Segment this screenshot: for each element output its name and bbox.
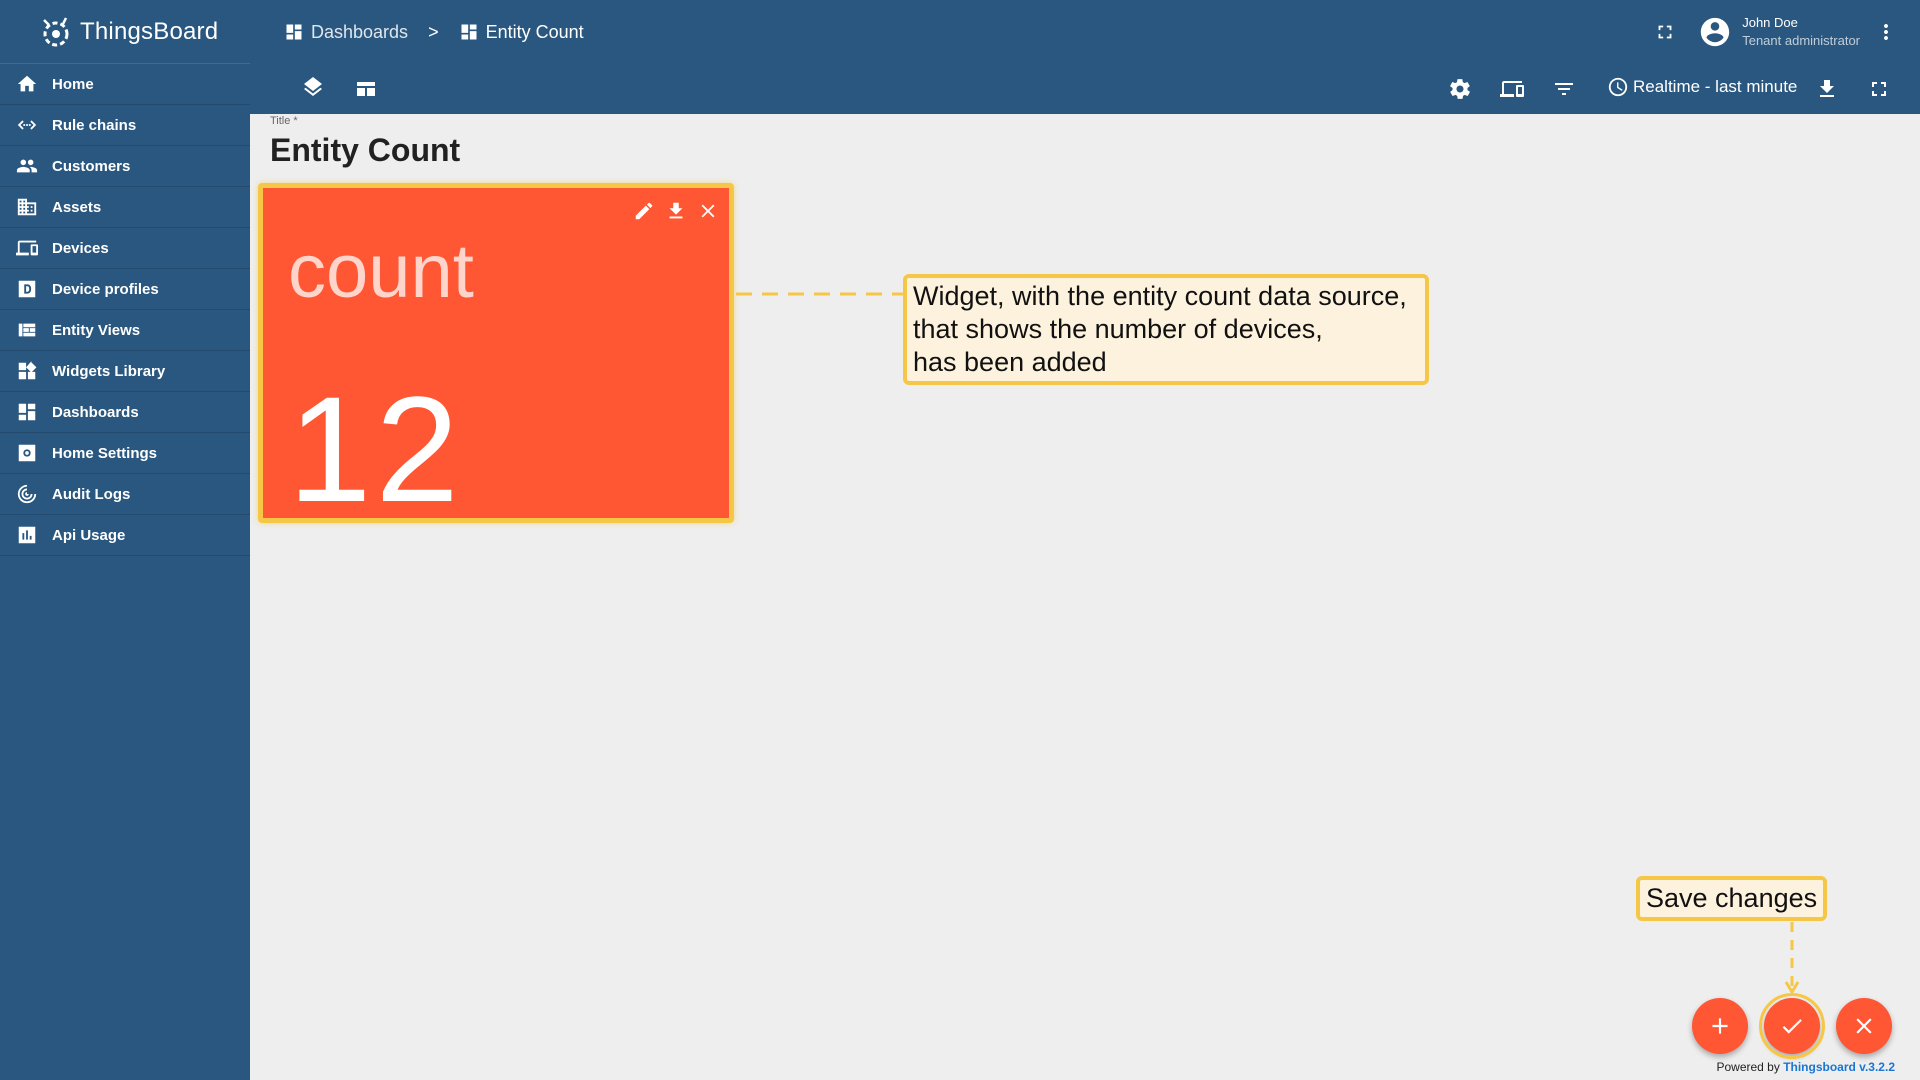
annotation-arrow <box>1784 922 1800 995</box>
plus-icon <box>1712 1018 1728 1034</box>
sidebar-item-rule-chains[interactable]: Rule chains <box>0 105 250 146</box>
download-icon <box>1820 80 1834 97</box>
check-icon <box>1782 1019 1802 1034</box>
annotation-save-note: Save changes <box>1636 876 1828 921</box>
settings-button[interactable] <box>1448 77 1472 101</box>
clock-icon <box>1608 77 1628 97</box>
sidebar-item-widgets-library[interactable]: Widgets Library <box>0 351 250 392</box>
sidebar-item-label: Dashboards <box>52 403 139 421</box>
sidebar-item-customers[interactable]: Customers <box>0 146 250 187</box>
widget-actions <box>633 200 719 222</box>
sidebar-item-label: Api Usage <box>52 526 126 544</box>
breadcrumb-dashboards[interactable]: Dashboards <box>284 22 408 43</box>
breadcrumb-label: Dashboards <box>311 21 409 42</box>
account-circle-icon <box>1701 17 1730 47</box>
sidebar-item-api-usage[interactable]: Api Usage <box>0 515 250 556</box>
add-widget-button[interactable] <box>1692 998 1748 1054</box>
sidebar-item-home-settings[interactable]: Home Settings <box>0 433 250 474</box>
layers-icon <box>304 77 322 96</box>
fullscreen-icon <box>1872 82 1886 96</box>
user-info: John Doe Tenant administrator <box>1742 14 1860 50</box>
timewindow-label: Realtime - last minute <box>1633 77 1798 96</box>
filter-icon <box>1555 83 1573 95</box>
header-actions: John Doe Tenant administrator <box>1654 0 1920 64</box>
timewindow-button[interactable]: Realtime - last minute <box>1607 76 1797 98</box>
dashboard-fullscreen-button[interactable] <box>1867 77 1891 101</box>
sidebar-item-entity-views[interactable]: Entity Views <box>0 310 250 351</box>
sidebar-item-device-profiles[interactable]: Device profiles <box>0 269 250 310</box>
api-usage-icon <box>18 526 36 544</box>
sidebar-item-label: Audit Logs <box>52 485 131 503</box>
table-layout-icon <box>357 82 375 96</box>
sidebar-item-label: Rule chains <box>52 116 137 134</box>
dashboard-toolbar: Realtime - last minute <box>250 64 1920 114</box>
home-icon <box>17 75 37 92</box>
sidebar-item-audit-logs[interactable]: Audit Logs <box>0 474 250 515</box>
close-icon <box>1856 1018 1872 1034</box>
annotation-line: Widget, with the entity count data sourc… <box>913 281 1407 311</box>
layouts-button[interactable] <box>354 77 378 101</box>
breadcrumb-current: Entity Count <box>459 22 584 43</box>
app-name: ThingsBoard <box>80 17 219 45</box>
export-button[interactable] <box>1815 77 1839 101</box>
widgets-library-icon <box>18 361 37 380</box>
widget-value: 12 <box>288 365 463 533</box>
user-menu[interactable]: John Doe Tenant administrator <box>1698 14 1860 50</box>
entity-views-icon <box>18 323 36 337</box>
annotation-line: that shows the number of devices, <box>913 314 1323 344</box>
cancel-edit-button[interactable] <box>1836 998 1892 1054</box>
layers-button[interactable] <box>301 77 325 101</box>
title-field-label: Title * <box>270 115 298 127</box>
edit-icon[interactable] <box>633 200 655 222</box>
save-changes-button[interactable] <box>1759 993 1825 1059</box>
gear-icon <box>1450 79 1470 99</box>
breadcrumb-label: Entity Count <box>485 21 584 42</box>
sidebar-item-label: Home Settings <box>52 444 158 462</box>
sidebar-item-label: Devices <box>52 239 109 257</box>
annotation-line: has been added <box>913 347 1107 377</box>
breadcrumb-separator: > <box>428 21 439 42</box>
sidebar-item-dashboards[interactable]: Dashboards <box>0 392 250 433</box>
app-logo[interactable]: ThingsBoard <box>0 0 250 64</box>
sidebar-item-label: Entity Views <box>52 321 141 339</box>
dashboard-title-input[interactable]: Entity Count <box>270 132 460 169</box>
more-vert-icon[interactable] <box>1874 20 1898 44</box>
dashboards-icon <box>18 403 36 421</box>
download-icon[interactable] <box>665 200 687 222</box>
sidebar-item-label: Customers <box>52 157 131 175</box>
devices-icon <box>1500 81 1524 97</box>
sidebar-item-home[interactable]: Home <box>0 64 250 105</box>
top-bar: Dashboards > Entity Count John Doe Tenan… <box>250 0 1920 64</box>
user-name: John Doe <box>1742 15 1798 30</box>
dashboards-icon <box>286 24 302 40</box>
sidebar-item-devices[interactable]: Devices <box>0 228 250 269</box>
devices-icon <box>16 240 38 256</box>
audit-logs-icon <box>17 484 37 504</box>
thingsboard-version-link[interactable]: Thingsboard v.3.2.2 <box>1783 1060 1895 1074</box>
powered-prefix: Powered by <box>1716 1060 1780 1074</box>
thingsboard-logo-icon <box>43 16 69 46</box>
filters-button[interactable] <box>1552 77 1576 101</box>
sidebar-item-label: Assets <box>52 198 102 216</box>
rule-chains-icon <box>17 120 37 130</box>
customers-icon <box>16 159 38 173</box>
widget-label: count <box>288 229 474 314</box>
sidebar: ThingsBoard Home Rule chains Customers A… <box>0 0 250 1080</box>
assets-icon <box>17 198 37 216</box>
close-icon[interactable] <box>697 200 719 222</box>
annotation-widget-note: Widget, with the entity count data sourc… <box>903 274 1429 385</box>
entity-aliases-button[interactable] <box>1500 77 1524 101</box>
dashboard-icon <box>461 24 477 40</box>
fullscreen-icon[interactable] <box>1654 21 1676 43</box>
entity-count-widget[interactable]: count 12 <box>258 183 734 533</box>
sidebar-item-label: Device profiles <box>52 280 159 298</box>
annotation-connector <box>736 292 906 296</box>
sidebar-item-label: Widgets Library <box>52 362 166 380</box>
device-profiles-icon <box>18 280 36 298</box>
user-role: Tenant administrator <box>1742 33 1860 48</box>
home-settings-icon <box>18 444 36 462</box>
sidebar-item-label: Home <box>52 75 94 93</box>
sidebar-item-assets[interactable]: Assets <box>0 187 250 228</box>
powered-by: Powered by Thingsboard v.3.2.2 <box>1716 1060 1895 1074</box>
